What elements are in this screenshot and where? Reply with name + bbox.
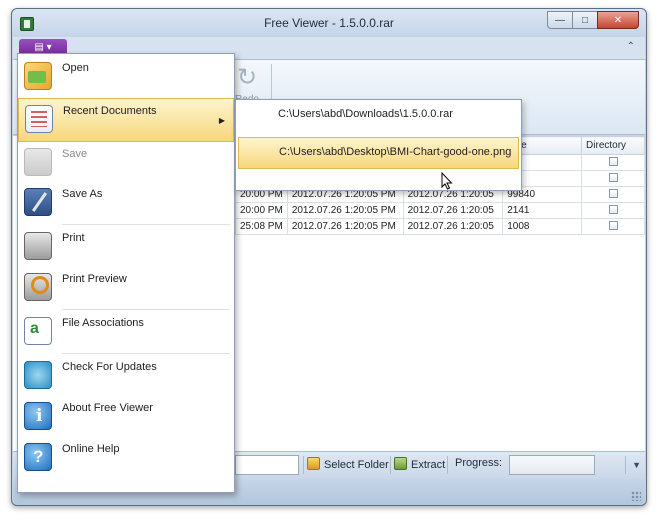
- title-bar: Free Viewer - 1.5.0.0.rar — □ ✕: [12, 9, 646, 37]
- maximize-button[interactable]: □: [572, 11, 598, 29]
- cell-directory: [581, 170, 645, 187]
- menu-item-label: Save: [62, 148, 88, 160]
- extract-icon: [394, 457, 407, 470]
- save-disk-icon: [24, 148, 52, 176]
- check-updates-icon: [24, 361, 52, 389]
- menu-item-recent-documents[interactable]: Recent Documents ▶: [18, 98, 234, 142]
- menu-item-label: Print Preview: [62, 273, 127, 285]
- printer-icon: [24, 232, 52, 260]
- menu-separator: [62, 224, 230, 225]
- directory-checkbox[interactable]: [608, 188, 618, 198]
- menu-item-label: Online Help: [62, 443, 120, 455]
- menu-item-print-preview[interactable]: Print Preview: [18, 267, 234, 311]
- extract-label: Extract: [411, 459, 446, 471]
- menu-item-label: Recent Documents: [63, 105, 157, 117]
- cell-directory: [581, 154, 645, 171]
- table-row[interactable]: 25:08 PM 2012.07.26 1:20:05 PM 2012.07.2…: [235, 218, 645, 235]
- cell-directory: [581, 218, 645, 235]
- menu-item-label: File Associations: [62, 317, 144, 329]
- window-controls: — □ ✕: [547, 11, 639, 29]
- strip-separator: [390, 456, 391, 474]
- menu-item-file-associations[interactable]: File Associations: [18, 311, 234, 355]
- menu-item-save: Save: [18, 142, 234, 186]
- cell-created: 2012.07.26 1:20:05 PM: [286, 218, 404, 235]
- minimize-button[interactable]: —: [547, 11, 573, 29]
- recent-documents-submenu: C:\Users\abd\Downloads\1.5.0.0.rar C:\Us…: [235, 99, 522, 191]
- strip-separator: [625, 456, 626, 474]
- submenu-arrow-icon: ▶: [218, 116, 225, 125]
- progress-label: Progress:: [455, 457, 503, 469]
- cell-directory: [581, 186, 645, 203]
- ribbon-collapse-icon[interactable]: ⌃: [627, 41, 635, 52]
- cell-modified: 25:08 PM: [235, 218, 288, 235]
- menu-item-label: Save As: [62, 188, 103, 200]
- about-info-icon: [24, 402, 52, 430]
- select-folder-button[interactable]: Select Folder: [307, 457, 389, 471]
- menu-item-open[interactable]: Open: [18, 56, 234, 100]
- cell-size: 2141: [502, 202, 583, 219]
- open-folder-icon: [24, 62, 52, 90]
- menu-item-print[interactable]: Print: [18, 226, 234, 270]
- folder-icon: [307, 457, 320, 470]
- menu-separator: [62, 353, 230, 354]
- cell-accessed: 2012.07.26 1:20:05: [402, 202, 504, 219]
- menu-item-label: Check For Updates: [62, 361, 157, 373]
- menu-separator: [62, 309, 230, 310]
- select-folder-label: Select Folder: [324, 459, 389, 471]
- directory-checkbox[interactable]: [608, 204, 618, 214]
- overflow-dropdown-icon[interactable]: ▼: [632, 460, 641, 470]
- progress-bar: [509, 455, 595, 475]
- strip-separator: [303, 456, 304, 474]
- recent-documents-icon: [25, 105, 53, 133]
- cell-directory: [581, 202, 645, 219]
- table-row[interactable]: 20:00 PM 2012.07.26 1:20:05 PM 2012.07.2…: [235, 202, 645, 219]
- column-header-directory[interactable]: Directory: [581, 136, 645, 155]
- menu-item-label: Print: [62, 232, 85, 244]
- menu-item-label: Open: [62, 62, 89, 74]
- cell-accessed: 2012.07.26 1:20:05: [402, 218, 504, 235]
- print-preview-icon: [24, 273, 52, 301]
- directory-checkbox[interactable]: [608, 156, 618, 166]
- save-as-icon: [24, 188, 52, 216]
- menu-item-about[interactable]: About Free Viewer: [18, 396, 234, 440]
- directory-checkbox[interactable]: [608, 172, 618, 182]
- cell-created: 2012.07.26 1:20:05 PM: [286, 202, 404, 219]
- directory-checkbox[interactable]: [608, 220, 618, 230]
- file-associations-icon: [24, 317, 52, 345]
- path-input[interactable]: [235, 455, 299, 475]
- cell-modified: 20:00 PM: [235, 202, 288, 219]
- strip-separator: [447, 456, 448, 474]
- menu-item-check-for-updates[interactable]: Check For Updates: [18, 355, 234, 399]
- cursor-arrow-icon: [441, 172, 453, 190]
- menu-item-online-help[interactable]: Online Help: [18, 437, 234, 481]
- recent-document-item[interactable]: C:\Users\abd\Desktop\BMI-Chart-good-one.…: [238, 137, 519, 169]
- close-button[interactable]: ✕: [597, 11, 639, 29]
- cell-size: 1008: [502, 218, 583, 235]
- menu-item-label: About Free Viewer: [62, 402, 153, 414]
- resize-grip-icon[interactable]: [631, 491, 641, 501]
- application-menu: Open Recent Documents ▶ Save Save As Pri…: [17, 53, 235, 493]
- help-icon: [24, 443, 52, 471]
- recent-document-item[interactable]: C:\Users\abd\Downloads\1.5.0.0.rar: [238, 102, 519, 126]
- menu-item-save-as[interactable]: Save As: [18, 182, 234, 226]
- extract-button[interactable]: Extract: [394, 457, 445, 471]
